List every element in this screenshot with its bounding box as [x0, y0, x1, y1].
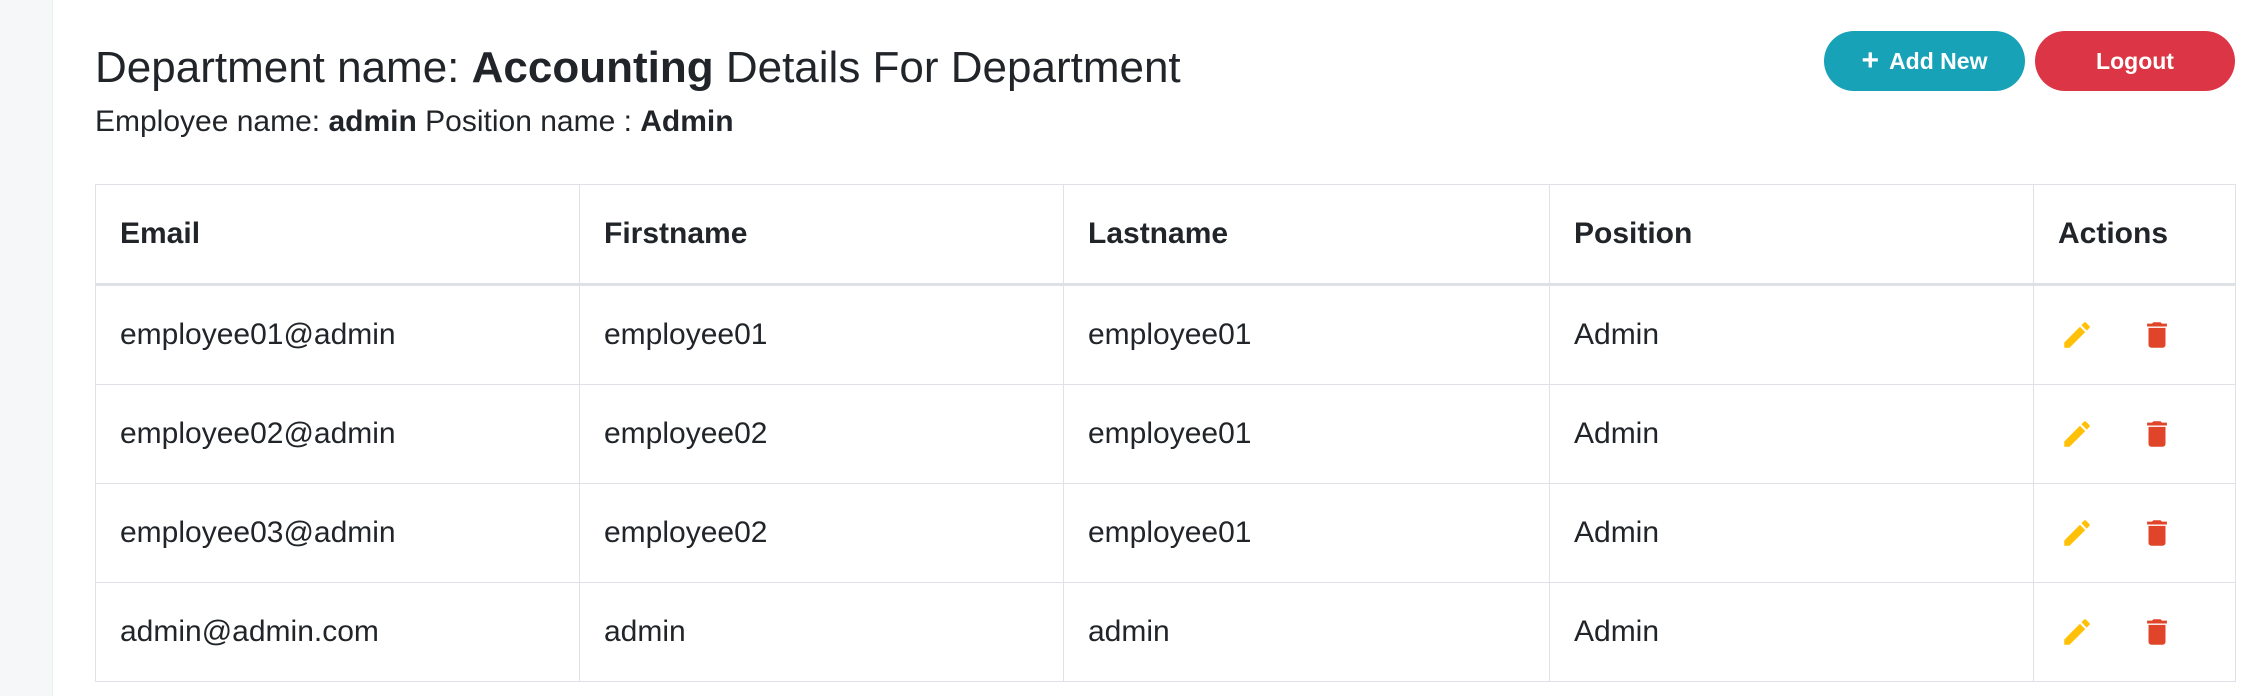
row-actions — [2058, 615, 2211, 649]
cell-lastname: employee01 — [1063, 384, 1550, 484]
cell-actions — [2033, 284, 2236, 385]
pencil-icon[interactable] — [2060, 516, 2094, 550]
row-actions — [2058, 318, 2211, 352]
table-row: employee01@admin employee01 employee01 A… — [95, 284, 2236, 385]
table-row: employee02@admin employee02 employee01 A… — [95, 384, 2236, 484]
table-row: admin@admin.com admin admin Admin — [95, 582, 2236, 682]
cell-email: employee02@admin — [95, 384, 580, 484]
column-header-firstname: Firstname — [579, 184, 1064, 286]
employee-name: admin — [328, 105, 417, 138]
cell-firstname: employee01 — [579, 284, 1064, 385]
dept-label: Department name: — [95, 43, 472, 92]
column-header-position: Position — [1549, 184, 2034, 286]
cell-firstname: admin — [579, 582, 1064, 682]
logout-label: Logout — [2096, 47, 2174, 74]
column-header-email: Email — [95, 184, 580, 286]
cell-email: admin@admin.com — [95, 582, 580, 682]
position-label: Position name : — [416, 105, 641, 138]
cell-lastname: admin — [1063, 582, 1550, 682]
main-content: Department name: Accounting Details For … — [95, 0, 2236, 696]
cell-firstname: employee02 — [579, 483, 1064, 583]
header-actions: + Add New Logout — [1824, 31, 2235, 91]
cell-position: Admin — [1549, 483, 2034, 583]
pencil-icon[interactable] — [2060, 417, 2094, 451]
dept-suffix: Details For Department — [713, 43, 1181, 92]
page-title: Department name: Accounting Details For … — [95, 40, 1181, 96]
cell-firstname: employee02 — [579, 384, 1064, 484]
logout-button[interactable]: Logout — [2035, 31, 2235, 91]
row-actions — [2058, 417, 2211, 451]
cell-lastname: employee01 — [1063, 284, 1550, 385]
add-new-label: Add New — [1889, 47, 1988, 74]
employees-table: Email Firstname Lastname Position Action… — [95, 184, 2236, 682]
employee-label: Employee name: — [95, 105, 329, 138]
cell-position: Admin — [1549, 582, 2034, 682]
table-row: employee03@admin employee02 employee01 A… — [95, 483, 2236, 583]
position-name: Admin — [640, 105, 734, 138]
cell-email: employee01@admin — [95, 284, 580, 385]
row-actions — [2058, 516, 2211, 550]
cell-actions — [2033, 483, 2236, 583]
left-sidebar-strip — [0, 0, 53, 696]
employee-info: Employee name: admin Position name : Adm… — [95, 100, 734, 144]
cell-position: Admin — [1549, 384, 2034, 484]
plus-icon: + — [1861, 44, 1880, 77]
cell-actions — [2033, 582, 2236, 682]
column-header-lastname: Lastname — [1063, 184, 1550, 286]
table-header-row: Email Firstname Lastname Position Action… — [95, 184, 2236, 286]
cell-actions — [2033, 384, 2236, 484]
trash-icon[interactable] — [2140, 318, 2174, 352]
add-new-button[interactable]: + Add New — [1824, 31, 2025, 91]
trash-icon[interactable] — [2140, 417, 2174, 451]
trash-icon[interactable] — [2140, 615, 2174, 649]
pencil-icon[interactable] — [2060, 615, 2094, 649]
dept-name: Accounting — [471, 43, 714, 92]
column-header-actions: Actions — [2033, 184, 2236, 286]
trash-icon[interactable] — [2140, 516, 2174, 550]
cell-lastname: employee01 — [1063, 483, 1550, 583]
cell-position: Admin — [1549, 284, 2034, 385]
cell-email: employee03@admin — [95, 483, 580, 583]
pencil-icon[interactable] — [2060, 318, 2094, 352]
